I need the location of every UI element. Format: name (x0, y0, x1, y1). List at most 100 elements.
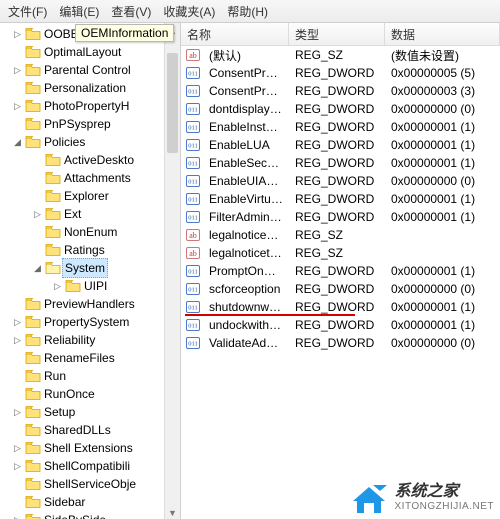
menu-item[interactable]: 文件(F) (2, 1, 53, 22)
tree-node[interactable]: Run (0, 367, 180, 385)
tree-node[interactable]: RunOnce (0, 385, 180, 403)
tree-twisty-icon[interactable] (12, 83, 23, 94)
tree-node[interactable]: Attachments (0, 169, 180, 187)
list-row[interactable]: 011 ValidateAdmin...REG_DWORD0x00000000 … (181, 334, 500, 352)
list-row[interactable]: 011 PromptOnSecu...REG_DWORD0x00000001 (… (181, 262, 500, 280)
menu-item[interactable]: 帮助(H) (221, 1, 274, 22)
tree-node-label: UIPI (84, 277, 107, 295)
tree-node[interactable]: NonEnum (0, 223, 180, 241)
tree-twisty-icon[interactable]: ▷ (12, 317, 23, 328)
tree-twisty-icon[interactable]: ◢ (12, 137, 23, 148)
cell-data: 0x00000000 (0) (385, 102, 500, 116)
cell-data: (数值未设置) (385, 47, 500, 64)
tree-node-label: Policies (44, 133, 85, 151)
tree-twisty-icon[interactable]: ▷ (12, 461, 23, 472)
cell-data: 0x00000001 (1) (385, 156, 500, 170)
list-row[interactable]: 011 scforceoptionREG_DWORD0x00000000 (0) (181, 280, 500, 298)
tree-node[interactable]: OptimalLayout (0, 43, 180, 61)
tree-node[interactable]: ▷ Ext (0, 205, 180, 223)
tree-node[interactable]: ▷ PhotoPropertyH (0, 97, 180, 115)
list-row[interactable]: ab legalnoticetextREG_SZ (181, 244, 500, 262)
tree-twisty-icon[interactable]: ▷ (12, 101, 23, 112)
cell-type: REG_DWORD (289, 174, 385, 188)
list-row[interactable]: 011 FilterAdminist...REG_DWORD0x00000001… (181, 208, 500, 226)
tree-node[interactable]: ◢ Policies (0, 133, 180, 151)
col-header-data[interactable]: 数据 (385, 23, 500, 45)
tree-twisty-icon[interactable]: ▷ (12, 407, 23, 418)
scroll-down-arrow[interactable]: ▼ (165, 505, 180, 519)
tree-twisty-icon[interactable] (12, 47, 23, 58)
tree-twisty-icon[interactable] (32, 191, 43, 202)
tree-twisty-icon[interactable]: ▷ (12, 515, 23, 519)
tree-node[interactable]: ActiveDeskto (0, 151, 180, 169)
tree-twisty-icon[interactable]: ▷ (12, 443, 23, 454)
tree-node[interactable]: ▷ UIPI (0, 277, 180, 295)
folder-icon (25, 387, 41, 401)
tree-twisty-icon[interactable]: ▷ (32, 209, 43, 220)
tree-node[interactable]: ▷ PropertySystem (0, 313, 180, 331)
tree-twisty-icon[interactable]: ◢ (32, 263, 43, 274)
tree-node-label: PropertySystem (44, 313, 129, 331)
tree-node-label: PnPSysprep (44, 115, 111, 133)
tree-node[interactable]: ShellServiceObje (0, 475, 180, 493)
list-row[interactable]: ab (默认)REG_SZ(数值未设置) (181, 46, 500, 64)
registry-tree[interactable]: OEMInformation ▲ ▼ ▷ OOBE OptimalLayout▷… (0, 23, 181, 519)
tree-twisty-icon[interactable] (32, 173, 43, 184)
tree-twisty-icon[interactable] (12, 425, 23, 436)
list-row[interactable]: 011 undockwithout...REG_DWORD0x00000001 … (181, 316, 500, 334)
tree-twisty-icon[interactable] (12, 353, 23, 364)
list-row[interactable]: 011 EnableVirtualiz...REG_DWORD0x0000000… (181, 190, 500, 208)
tree-node[interactable]: PnPSysprep (0, 115, 180, 133)
tree-node[interactable]: ▷ Setup (0, 403, 180, 421)
reg-dword-icon: 011 (185, 137, 201, 153)
tree-twisty-icon[interactable] (12, 119, 23, 130)
list-row[interactable]: 011 EnableSecureU...REG_DWORD0x00000001 … (181, 154, 500, 172)
menu-item[interactable]: 收藏夹(A) (157, 1, 221, 22)
menu-item[interactable]: 查看(V) (105, 1, 157, 22)
tree-node[interactable]: RenameFiles (0, 349, 180, 367)
tree-twisty-icon[interactable]: ▷ (52, 281, 63, 292)
cell-data: 0x00000001 (1) (385, 210, 500, 224)
list-row[interactable]: 011 dontdisplaylas...REG_DWORD0x00000000… (181, 100, 500, 118)
tree-node[interactable]: ▷ ShellCompatibili (0, 457, 180, 475)
col-header-type[interactable]: 类型 (289, 23, 385, 45)
tree-node[interactable]: PreviewHandlers (0, 295, 180, 313)
tree-node[interactable]: Personalization (0, 79, 180, 97)
tree-twisty-icon[interactable] (12, 389, 23, 400)
list-row[interactable]: 011 ConsentPromp...REG_DWORD0x00000005 (… (181, 64, 500, 82)
tree-twisty-icon[interactable] (12, 497, 23, 508)
tree-node[interactable]: SharedDLLs (0, 421, 180, 439)
list-row[interactable]: ab legalnoticecap...REG_SZ (181, 226, 500, 244)
tree-node[interactable]: ◢ System (0, 259, 180, 277)
tree-twisty-icon[interactable]: ▷ (12, 65, 23, 76)
tree-node[interactable]: ▷ SideBySide (0, 511, 180, 519)
tree-node[interactable]: Ratings (0, 241, 180, 259)
tree-twisty-icon[interactable] (32, 155, 43, 166)
tree-twisty-icon[interactable] (12, 371, 23, 382)
tree-twisty-icon[interactable] (32, 227, 43, 238)
tree-twisty-icon[interactable]: ▷ (12, 29, 23, 40)
tree-twisty-icon[interactable] (32, 245, 43, 256)
cell-name: ConsentPromp... (203, 84, 289, 98)
tree-node[interactable]: Sidebar (0, 493, 180, 511)
list-row[interactable]: 011 EnableUIADes...REG_DWORD0x00000000 (… (181, 172, 500, 190)
list-row[interactable]: 011 ConsentPromp...REG_DWORD0x00000003 (… (181, 82, 500, 100)
cell-name: dontdisplaylas... (203, 102, 289, 116)
tree-twisty-icon[interactable]: ▷ (12, 335, 23, 346)
tree-node[interactable]: Explorer (0, 187, 180, 205)
list-row[interactable]: 011 EnableLUAREG_DWORD0x00000001 (1) (181, 136, 500, 154)
tree-node[interactable]: ▷ Parental Control (0, 61, 180, 79)
tree-node[interactable]: ▷ Shell Extensions (0, 439, 180, 457)
tree-node[interactable]: ▷ Reliability (0, 331, 180, 349)
cell-type: REG_DWORD (289, 210, 385, 224)
cell-data: 0x00000000 (0) (385, 282, 500, 296)
tree-scrollbar[interactable]: ▲ ▼ (164, 23, 180, 519)
menu-item[interactable]: 编辑(E) (53, 1, 105, 22)
tree-twisty-icon[interactable] (12, 299, 23, 310)
list-row[interactable]: 011 EnableInstaller...REG_DWORD0x0000000… (181, 118, 500, 136)
cell-data: 0x00000001 (1) (385, 300, 500, 314)
tree-twisty-icon[interactable] (12, 479, 23, 490)
col-header-name[interactable]: 名称 (181, 23, 289, 45)
scroll-thumb[interactable] (167, 53, 178, 153)
folder-icon (65, 279, 81, 293)
